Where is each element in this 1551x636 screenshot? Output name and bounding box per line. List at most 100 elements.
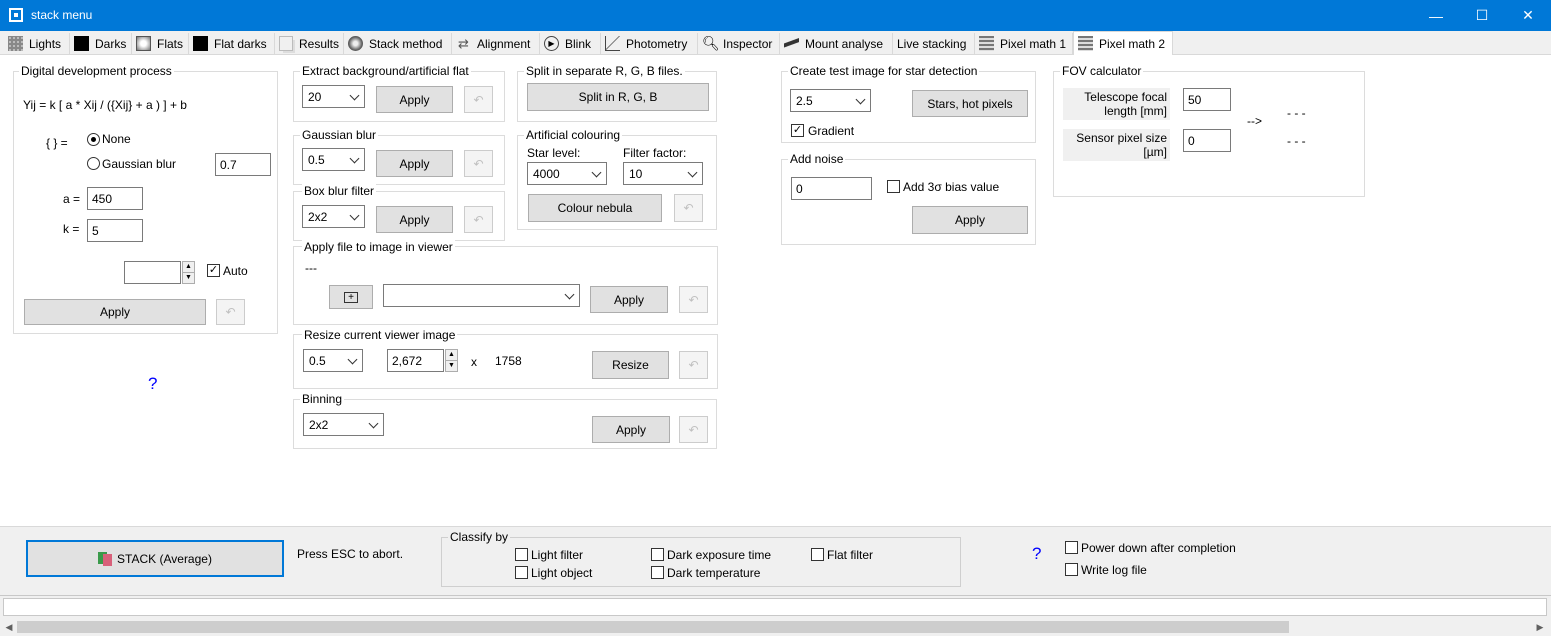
star-level-label: Star level: bbox=[527, 146, 581, 160]
binning-apply-button[interactable]: Apply bbox=[592, 416, 670, 443]
applyfile-apply-button[interactable]: Apply bbox=[590, 286, 668, 313]
gradient-checkbox[interactable]: ✓ bbox=[791, 124, 804, 137]
extract-bg-select[interactable]: 20 bbox=[302, 85, 365, 108]
tab-blink[interactable]: ▶ Blink bbox=[540, 33, 601, 54]
tab-live-stacking[interactable]: Live stacking bbox=[893, 33, 975, 54]
k-input[interactable]: 5 bbox=[87, 219, 143, 242]
auto-value-input[interactable] bbox=[124, 261, 181, 284]
pixel-math-icon bbox=[979, 36, 994, 51]
alignment-icon: ⇄ bbox=[458, 36, 469, 51]
tab-flat-darks[interactable]: Flat darks bbox=[189, 33, 275, 54]
extract-bg-title: Extract background/artificial flat bbox=[300, 64, 471, 78]
resize-width-spinner[interactable]: ▲ ▼ bbox=[445, 349, 458, 372]
extract-bg-undo-button[interactable]: ↶ bbox=[464, 86, 493, 113]
gaussian-select[interactable]: 0.5 bbox=[302, 148, 365, 171]
browse-file-button[interactable]: + bbox=[329, 285, 373, 309]
extract-bg-apply-button[interactable]: Apply bbox=[376, 86, 453, 113]
chevron-down-icon bbox=[564, 289, 575, 299]
boxblur-apply-button[interactable]: Apply bbox=[376, 206, 453, 233]
pixel-label-1: Sensor pixel size bbox=[1076, 131, 1167, 145]
flat-filter-label: Flat filter bbox=[827, 548, 874, 562]
undo-icon: ↶ bbox=[225, 305, 236, 319]
close-button[interactable]: ✕ bbox=[1505, 0, 1551, 31]
stack-button[interactable]: STACK (Average) bbox=[26, 540, 284, 577]
scroll-right-icon[interactable]: ▶ bbox=[1533, 620, 1547, 634]
filter-factor-select[interactable]: 10 bbox=[623, 162, 703, 185]
status-bar bbox=[0, 595, 1551, 618]
artcol-undo-button[interactable]: ↶ bbox=[674, 194, 703, 222]
scroll-thumb[interactable] bbox=[17, 621, 1289, 633]
radio-gaussian-label: Gaussian blur bbox=[102, 157, 177, 171]
title-bar: stack menu — ☐ ✕ bbox=[0, 0, 1551, 31]
ddp-apply-button[interactable]: Apply bbox=[24, 299, 206, 325]
binning-select[interactable]: 2x2 bbox=[303, 413, 384, 436]
gaussian-apply-button[interactable]: Apply bbox=[376, 150, 453, 177]
gaussian-value-input[interactable]: 0.7 bbox=[215, 153, 271, 176]
undo-icon: ↶ bbox=[688, 358, 699, 372]
resize-factor-select[interactable]: 0.5 bbox=[303, 349, 363, 372]
split-rgb-button[interactable]: Split in R, G, B bbox=[527, 83, 709, 111]
tab-photometry[interactable]: Photometry bbox=[601, 33, 698, 54]
applyfile-select[interactable] bbox=[383, 284, 580, 307]
minimize-button[interactable]: — bbox=[1413, 0, 1459, 31]
focal-length-input[interactable]: 50 bbox=[1183, 88, 1231, 111]
a-input[interactable]: 450 bbox=[87, 187, 143, 210]
boxblur-undo-button[interactable]: ↶ bbox=[464, 206, 493, 233]
auto-checkbox[interactable]: ✓ bbox=[207, 264, 220, 277]
photometry-icon bbox=[605, 36, 620, 51]
dark-temp-checkbox[interactable] bbox=[651, 566, 664, 579]
colour-nebula-button[interactable]: Colour nebula bbox=[528, 194, 662, 222]
lights-icon bbox=[8, 36, 23, 51]
flat-filter-checkbox[interactable] bbox=[811, 548, 824, 561]
tab-flats[interactable]: Flats bbox=[132, 33, 189, 54]
app-icon bbox=[9, 8, 23, 22]
resize-width-input[interactable]: 2,672 bbox=[387, 349, 444, 372]
pixel-size-input[interactable]: 0 bbox=[1183, 129, 1231, 152]
gaussian-undo-button[interactable]: ↶ bbox=[464, 150, 493, 177]
write-log-checkbox[interactable] bbox=[1065, 563, 1078, 576]
stack-icon bbox=[98, 551, 113, 566]
radio-gaussian[interactable] bbox=[87, 157, 100, 170]
tab-stack-method[interactable]: Stack method bbox=[344, 33, 452, 54]
tab-mount-analyse[interactable]: Mount analyse bbox=[780, 33, 893, 54]
noise-apply-button[interactable]: Apply bbox=[912, 206, 1028, 234]
maximize-button[interactable]: ☐ bbox=[1459, 0, 1505, 31]
bias-checkbox[interactable] bbox=[887, 180, 900, 193]
tab-pixel-math-2[interactable]: Pixel math 2 bbox=[1073, 31, 1173, 55]
boxblur-select[interactable]: 2x2 bbox=[302, 205, 365, 228]
light-object-checkbox[interactable] bbox=[515, 566, 528, 579]
radio-none[interactable] bbox=[87, 133, 100, 146]
testimg-select[interactable]: 2.5 bbox=[790, 89, 871, 112]
chevron-down-icon bbox=[347, 354, 358, 364]
tab-pixel-math-1[interactable]: Pixel math 1 bbox=[975, 33, 1073, 54]
applyfile-undo-button[interactable]: ↶ bbox=[679, 286, 708, 313]
filter-factor-label: Filter factor: bbox=[623, 146, 687, 160]
stars-hot-pixels-button[interactable]: Stars, hot pixels bbox=[912, 90, 1028, 117]
auto-spinner[interactable]: ▲ ▼ bbox=[182, 261, 195, 284]
scroll-left-icon[interactable]: ◀ bbox=[2, 620, 16, 634]
star-level-select[interactable]: 4000 bbox=[527, 162, 607, 185]
horizontal-scrollbar[interactable]: ◀ ▶ bbox=[0, 618, 1551, 636]
tab-alignment[interactable]: ⇄ Alignment bbox=[452, 33, 540, 54]
split-title: Split in separate R, G, B files. bbox=[524, 64, 685, 78]
ddp-help-link[interactable]: ? bbox=[148, 374, 157, 394]
chevron-down-icon bbox=[591, 167, 602, 177]
resize-undo-button[interactable]: ↶ bbox=[679, 351, 708, 379]
tab-results[interactable]: Results bbox=[275, 33, 344, 54]
binning-undo-button[interactable]: ↶ bbox=[679, 416, 708, 443]
ddp-undo-button[interactable]: ↶ bbox=[216, 299, 245, 325]
resize-height-value: 1758 bbox=[495, 354, 522, 368]
tab-darks[interactable]: Darks bbox=[70, 33, 132, 54]
play-icon: ▶ bbox=[544, 36, 559, 51]
tab-lights[interactable]: Lights bbox=[4, 33, 70, 54]
bottom-help-link[interactable]: ? bbox=[1032, 544, 1041, 564]
resize-button[interactable]: Resize bbox=[592, 351, 669, 379]
tab-inspector[interactable]: 🔍︎ Inspector bbox=[698, 33, 780, 54]
esc-hint: Press ESC to abort. bbox=[297, 547, 404, 561]
power-down-checkbox[interactable] bbox=[1065, 541, 1078, 554]
light-object-label: Light object bbox=[531, 566, 593, 580]
light-filter-checkbox[interactable] bbox=[515, 548, 528, 561]
dark-exposure-checkbox[interactable] bbox=[651, 548, 664, 561]
tab-strip: Lights Darks Flats Flat darks Results St… bbox=[0, 31, 1551, 55]
noise-input[interactable]: 0 bbox=[791, 177, 872, 200]
